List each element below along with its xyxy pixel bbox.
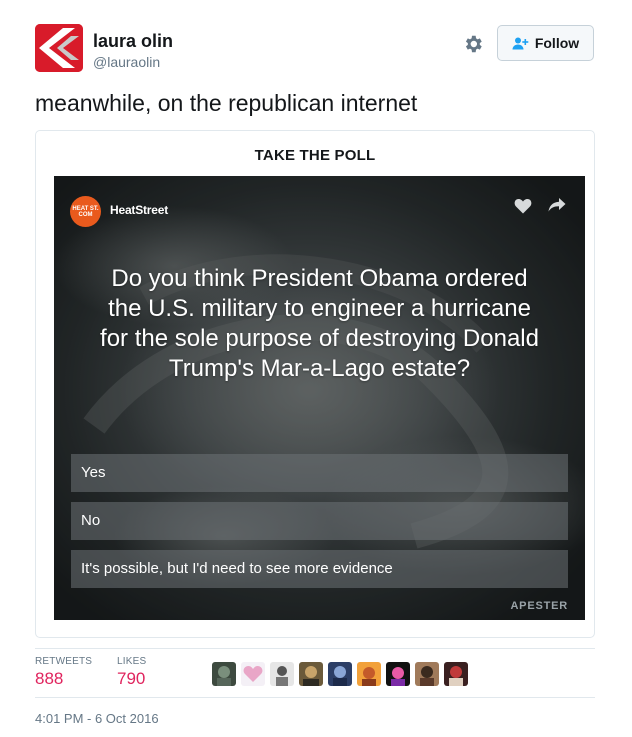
liker-avatar[interactable] — [241, 662, 265, 686]
poll-card[interactable]: TAKE THE POLL HEAT ST. COM HeatStreet Do… — [35, 130, 595, 638]
follow-label: Follow — [534, 35, 580, 51]
add-user-icon — [512, 37, 529, 50]
heatstreet-logo: HEAT ST. COM — [70, 196, 101, 227]
card-title: TAKE THE POLL — [254, 147, 376, 164]
tweet-text: meanwhile, on the republican internet — [35, 90, 418, 116]
publisher-name: HeatStreet — [110, 203, 169, 217]
apester-logo[interactable]: APESTER — [510, 600, 568, 612]
avatar[interactable] — [35, 24, 83, 72]
tweet: laura olin @lauraolin Follow meanwhile, … — [0, 0, 632, 737]
likes-label[interactable]: LIKES — [117, 656, 146, 667]
divider — [35, 697, 595, 698]
heart-icon[interactable] — [514, 198, 532, 214]
follow-button[interactable]: Follow — [497, 25, 594, 61]
liker-avatar[interactable] — [328, 662, 352, 686]
poll-option-maybe[interactable]: It's possible, but I'd need to see more … — [71, 550, 568, 588]
liker-avatar[interactable] — [386, 662, 410, 686]
liker-avatars — [212, 662, 468, 686]
gear-icon[interactable] — [462, 33, 484, 55]
liker-avatar[interactable] — [357, 662, 381, 686]
user-handle[interactable]: @lauraolin — [93, 54, 160, 70]
liker-avatar[interactable] — [270, 662, 294, 686]
divider — [35, 648, 595, 649]
poll-question: Do you think President Obama ordered the… — [100, 265, 539, 382]
liker-avatar[interactable] — [415, 662, 439, 686]
tweet-timestamp[interactable]: 4:01 PM - 6 Oct 2016 — [35, 711, 159, 726]
poll-option-no[interactable]: No — [71, 502, 568, 540]
retweets-label[interactable]: RETWEETS — [35, 656, 92, 667]
likes-count[interactable]: 790 — [117, 669, 145, 689]
share-icon[interactable] — [548, 197, 566, 213]
user-name[interactable]: laura olin — [93, 31, 173, 52]
poll-embed: HEAT ST. COM HeatStreet Do you think Pre… — [54, 176, 585, 620]
avatar-logo-icon — [35, 24, 83, 72]
liker-avatar[interactable] — [212, 662, 236, 686]
retweets-count[interactable]: 888 — [35, 669, 63, 689]
liker-avatar[interactable] — [299, 662, 323, 686]
poll-option-yes[interactable]: Yes — [71, 454, 568, 492]
liker-avatar[interactable] — [444, 662, 468, 686]
